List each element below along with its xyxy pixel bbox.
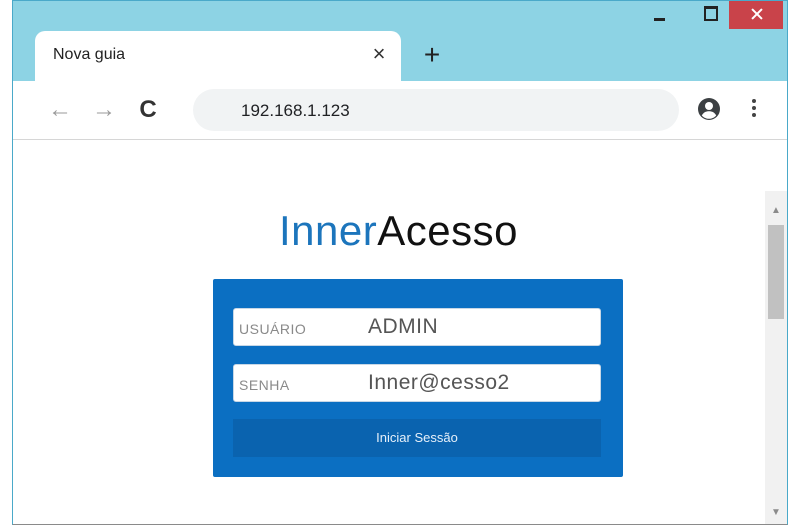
password-label: SENHA: [239, 377, 290, 393]
profile-icon[interactable]: [697, 97, 721, 121]
back-arrow-icon[interactable]: ←: [45, 95, 75, 125]
login-panel: USUÁRIO ADMIN SENHA Inner@cesso2 Iniciar…: [213, 279, 623, 477]
vertical-scrollbar[interactable]: ▲ ▼: [765, 191, 787, 524]
username-field[interactable]: USUÁRIO ADMIN: [233, 308, 601, 346]
tab-nova-guia[interactable]: Nova guia ×: [35, 31, 401, 81]
scroll-down-icon[interactable]: ▼: [765, 503, 787, 523]
scroll-thumb[interactable]: [768, 225, 784, 319]
new-tab-icon[interactable]: +: [417, 41, 447, 71]
tab-title: Nova guia: [53, 46, 126, 63]
minimize-icon[interactable]: [641, 1, 677, 29]
brand-part-inner: Inner: [279, 207, 378, 254]
login-button[interactable]: Iniciar Sessão: [233, 419, 601, 457]
password-field[interactable]: SENHA Inner@cesso2: [233, 364, 601, 402]
address-bar[interactable]: 192.168.1.123: [193, 89, 679, 131]
browser-window: Nova guia × + ← → C 192.168.1.123 ▲ ▼ In…: [12, 0, 788, 525]
tab-close-icon[interactable]: ×: [367, 41, 391, 67]
reload-icon[interactable]: C: [133, 95, 163, 125]
password-value: Inner@cesso2: [368, 371, 510, 394]
address-text: 192.168.1.123: [241, 101, 350, 120]
maximize-icon[interactable]: [693, 1, 729, 29]
browser-toolbar: ← → C 192.168.1.123: [13, 81, 787, 140]
brand-part-acesso: Acesso: [377, 207, 518, 254]
brand-logo: InnerAcesso: [279, 207, 518, 255]
tab-strip: Nova guia × +: [13, 1, 787, 81]
username-label: USUÁRIO: [239, 321, 307, 337]
close-icon[interactable]: [729, 1, 783, 29]
kebab-menu-icon[interactable]: [749, 97, 759, 123]
username-value: ADMIN: [368, 315, 439, 338]
scroll-up-icon[interactable]: ▲: [765, 201, 787, 221]
forward-arrow-icon[interactable]: →: [89, 95, 119, 125]
